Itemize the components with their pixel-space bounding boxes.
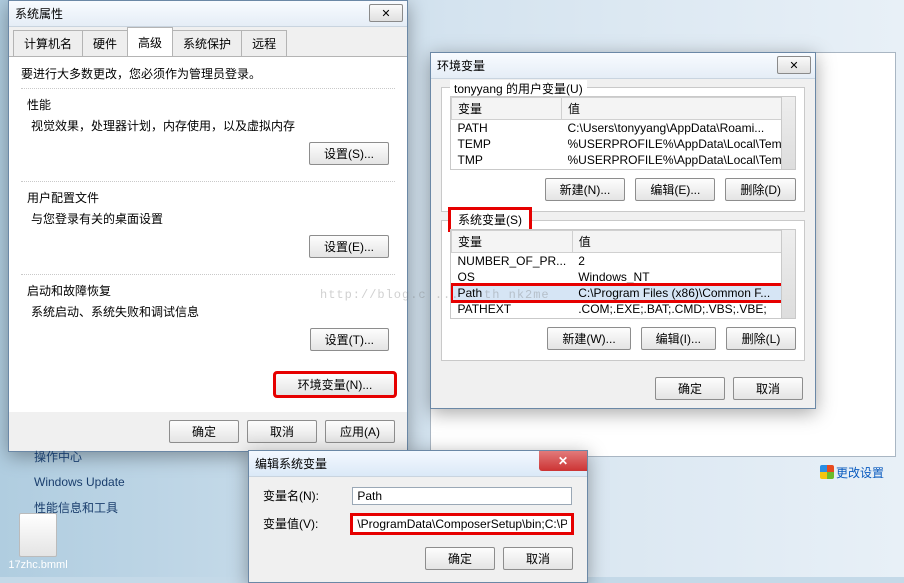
sys-vars-group: 系统变量(S) 变量 值 NUMBER_OF_PR...2 OSWindows_… [441,220,805,361]
env-vars-button[interactable]: 环境变量(N)... [275,373,395,396]
table-row: PATHC:\Users\tonyyang\AppData\Roami... [452,120,795,137]
edit-sys-var-window: 编辑系统变量 ✕ 变量名(N): 变量值(V): 确定 取消 [248,450,588,583]
startup-title: 启动和故障恢复 [27,282,389,299]
table-row: PATHEXT.COM;.EXE;.BAT;.CMD;.VBS;.VBE; [452,301,795,317]
desktop-file-icon[interactable]: 17zhc.bmml [6,513,70,571]
userprof-settings-button[interactable]: 设置(E)... [309,235,389,258]
tab-computername[interactable]: 计算机名 [13,30,83,56]
document-icon [19,513,57,557]
sys-edit-button[interactable]: 编辑(I)... [641,327,716,350]
close-icon[interactable]: ✕ [539,451,587,471]
env-title: 环境变量 [437,57,809,74]
tab-protection[interactable]: 系统保护 [172,30,242,56]
startup-desc: 系统启动、系统失败和调试信息 [31,303,389,320]
scrollbar[interactable] [781,97,795,169]
sysprops-tabs: 计算机名 硬件 高级 系统保护 远程 [9,27,407,57]
user-delete-button[interactable]: 删除(D) [725,178,796,201]
sidebar-item-action-center[interactable]: 操作中心 [34,448,125,465]
close-icon[interactable]: ✕ [369,4,403,22]
tab-remote[interactable]: 远程 [241,30,287,56]
col-value: 值 [562,98,795,120]
perf-settings-button[interactable]: 设置(S)... [309,142,389,165]
system-properties-window: 系统属性 ✕ 计算机名 硬件 高级 系统保护 远程 要进行大多数更改，您必须作为… [8,0,408,452]
perf-desc: 视觉效果，处理器计划，内存使用，以及虚拟内存 [31,117,389,134]
table-row: TMP%USERPROFILE%\AppData\Local\Temp [452,152,795,168]
edit-cancel-button[interactable]: 取消 [503,547,573,570]
sysprops-body: 要进行大多数更改，您必须作为管理员登录。 性能 视觉效果，处理器计划，内存使用，… [9,56,407,412]
table-row: OSWindows_NT [452,269,795,285]
sidebar-item-windows-update[interactable]: Windows Update [34,475,125,489]
userprof-title: 用户配置文件 [27,189,389,206]
startup-settings-button[interactable]: 设置(T)... [310,328,389,351]
userprof-desc: 与您登录有关的桌面设置 [31,210,389,227]
sysprops-apply-button[interactable]: 应用(A) [325,420,395,443]
var-name-label: 变量名(N): [263,487,343,504]
sysprops-ok-button[interactable]: 确定 [169,420,239,443]
col-name: 变量 [452,98,562,120]
close-icon[interactable]: ✕ [777,56,811,74]
var-name-input[interactable] [352,487,572,505]
sysprops-cancel-button[interactable]: 取消 [247,420,317,443]
perf-title: 性能 [27,96,389,113]
sysprops-title: 系统属性 [15,5,401,22]
tab-hardware[interactable]: 硬件 [82,30,128,56]
sys-new-button[interactable]: 新建(W)... [547,327,630,350]
col-name: 变量 [452,231,573,253]
user-vars-listbox[interactable]: 变量 值 PATHC:\Users\tonyyang\AppData\Roami… [450,96,796,170]
sys-vars-listbox[interactable]: 变量 值 NUMBER_OF_PR...2 OSWindows_NT PathC… [450,229,796,319]
user-edit-button[interactable]: 编辑(E)... [635,178,715,201]
scrollbar[interactable] [781,230,795,318]
env-cancel-button[interactable]: 取消 [733,377,803,400]
tab-advanced[interactable]: 高级 [127,27,173,56]
sysprops-intro: 要进行大多数更改，您必须作为管理员登录。 [21,65,395,82]
env-vars-window: 环境变量 ✕ tonyyang 的用户变量(U) 变量 值 PATHC:\Use… [430,52,816,409]
sys-vars-legend: 系统变量(S) [450,209,530,230]
var-value-input[interactable] [352,515,572,533]
var-value-label: 变量值(V): [263,515,343,532]
edit-title: 编辑系统变量 [255,455,581,472]
env-ok-button[interactable]: 确定 [655,377,725,400]
edit-ok-button[interactable]: 确定 [425,547,495,570]
user-new-button[interactable]: 新建(N)... [545,178,626,201]
sys-delete-button[interactable]: 删除(L) [726,327,796,350]
change-settings-link[interactable]: 更改设置 [820,464,884,481]
user-vars-group: tonyyang 的用户变量(U) 变量 值 PATHC:\Users\tony… [441,87,805,212]
user-vars-legend: tonyyang 的用户变量(U) [450,80,587,97]
table-row: TEMP%USERPROFILE%\AppData\Local\Temp [452,136,795,152]
col-value: 值 [572,231,794,253]
shield-icon [820,465,834,479]
table-row: NUMBER_OF_PR...2 [452,253,795,270]
desktop-file-label: 17zhc.bmml [6,559,70,571]
table-row-path: PathC:\Program Files (x86)\Common F... [452,285,795,301]
